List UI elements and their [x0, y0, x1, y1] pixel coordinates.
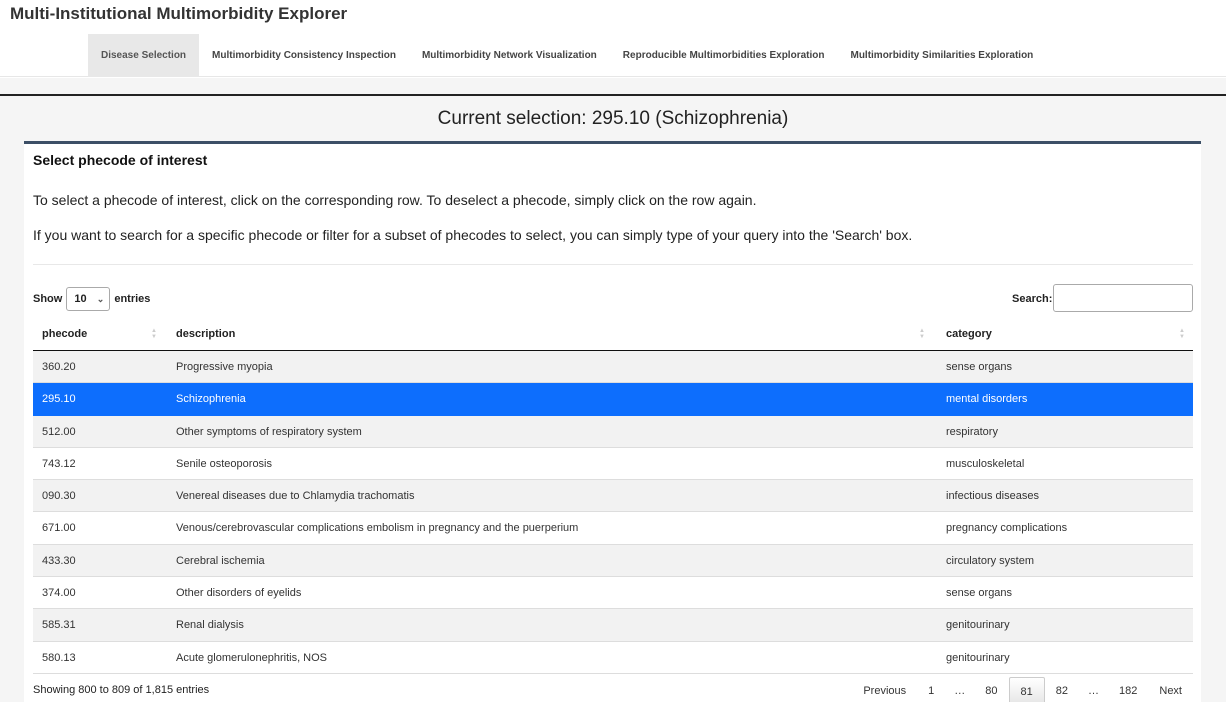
- table-row[interactable]: 360.20 Progressive myopia sense organs: [33, 351, 1193, 384]
- app-title: Multi-Institutional Multimorbidity Explo…: [10, 4, 348, 23]
- chevron-down-icon: ⌄: [96, 293, 105, 304]
- cell-phecode: 512.00: [42, 425, 76, 438]
- table-row[interactable]: 374.00 Other disorders of eyelids sense or…: [33, 577, 1193, 610]
- entries-length-value: 10: [74, 293, 87, 305]
- entries-label: entries: [114, 293, 151, 305]
- page-ellipsis: …: [954, 685, 966, 697]
- panel-title: Select phecode of interest: [33, 152, 208, 168]
- sort-icon: ▲ ▼: [919, 328, 925, 340]
- cell-description: Senile osteoporosis: [176, 457, 273, 470]
- table-row[interactable]: 433.30 Cerebral ischemia circulatory syste…: [33, 544, 1193, 578]
- cell-description: Progressive myopia: [176, 361, 273, 373]
- cell-description: Venous/cerebrovascular complications emb…: [176, 522, 579, 535]
- cell-description: Other disorders of eyelids: [176, 587, 302, 600]
- page-button[interactable]: 80: [974, 677, 1008, 702]
- sort-icon: ▲ ▼: [151, 328, 157, 340]
- cell-phecode: 090.30: [42, 490, 76, 503]
- table-row[interactable]: 295.10 Schizophrenia mental disorders: [33, 383, 1193, 416]
- table-row[interactable]: 090.30 Venereal diseases due to Chlamydia…: [33, 480, 1193, 513]
- cell-category: sense organs: [946, 587, 1013, 600]
- cell-description: Acute glomerulonephritis, NOS: [176, 651, 328, 664]
- page-button[interactable]: 182: [1108, 677, 1148, 702]
- cell-description: Cerebral ischemia: [176, 554, 265, 567]
- table-row[interactable]: 743.12 Senile osteoporosis musculoskeletal: [33, 447, 1193, 481]
- divider-line: [0, 94, 1226, 96]
- cell-category: mental disorders: [946, 393, 1028, 406]
- cell-category: genitourinary: [946, 651, 1010, 664]
- cell-phecode: 374.00: [42, 587, 76, 600]
- column-header-category[interactable]: category: [946, 318, 992, 351]
- table-info: Showing 800 to 809 of 1,815 entries: [33, 684, 210, 696]
- show-label: Show: [33, 293, 63, 305]
- table-row[interactable]: 512.00 Other symptoms of respiratory syst…: [33, 415, 1193, 448]
- cell-phecode: 360.20: [42, 361, 76, 373]
- search-input[interactable]: [1053, 284, 1193, 312]
- cell-phecode: 671.00: [42, 522, 76, 535]
- tab-reproducible-multimorbidities-exploration[interactable]: Reproducible Multimorbidities Exploratio…: [610, 34, 838, 77]
- search-label: Search:: [1012, 293, 1053, 305]
- cell-category: pregnancy complications: [946, 522, 1068, 535]
- table-row[interactable]: 585.31 Renal dialysis genitourinary: [33, 609, 1193, 642]
- cell-category: infectious diseases: [946, 490, 1039, 503]
- entries-length-control: Show 10 ⌄ entries: [33, 287, 150, 311]
- cell-description: Other symptoms of respiratory system: [176, 425, 362, 438]
- cell-category: genitourinary: [946, 619, 1010, 632]
- cell-phecode: 580.13: [42, 651, 76, 664]
- cell-category: sense organs: [946, 361, 1013, 373]
- page-button[interactable]: 82: [1045, 677, 1079, 702]
- cell-description: Renal dialysis: [176, 619, 244, 632]
- table-row[interactable]: 671.00 Venous/cerebrovascular complicatio…: [33, 512, 1193, 545]
- table-body: 360.20 Progressive myopia sense organs 295.…: [33, 351, 1193, 674]
- next-page-button[interactable]: Next: [1148, 677, 1193, 702]
- cell-description: Schizophrenia: [176, 393, 246, 406]
- cell-description: Venereal diseases due to Chlamydia trach…: [176, 490, 415, 503]
- tab-multimorbidity-similarities-exploration[interactable]: Multimorbidity Similarities Exploration: [837, 34, 1046, 77]
- cell-phecode: 433.30: [42, 554, 76, 567]
- column-header-description[interactable]: description: [176, 318, 235, 351]
- cell-category: circulatory system: [946, 554, 1035, 567]
- search-instruction-text: If you want to search for a specific phe…: [33, 227, 913, 243]
- cell-phecode: 585.31: [42, 619, 76, 632]
- navbar: Disease Selection Multimorbidity Consist…: [0, 34, 1226, 77]
- cell-phecode: 295.10: [42, 393, 76, 406]
- entries-length-select[interactable]: 10 ⌄: [66, 287, 111, 311]
- tab-multimorbidity-consistency-inspection[interactable]: Multimorbidity Consistency Inspection: [199, 34, 409, 77]
- page-button[interactable]: 1: [917, 677, 945, 702]
- phecode-selection-panel: Select phecode of interest To select a p…: [24, 141, 1201, 702]
- cell-phecode: 743.12: [42, 457, 76, 470]
- current-selection: Current selection: 295.10 (Schizophrenia…: [437, 108, 789, 129]
- divider: [33, 264, 1193, 265]
- tab-multimorbidity-network-visualization[interactable]: Multimorbidity Network Visualization: [409, 34, 610, 77]
- pagination: Previous 1 … 80 81 82 … 182 Next: [852, 677, 1193, 702]
- table-header: phecode ▲ ▼ description ▲ ▼ category ▲ ▼: [33, 318, 1193, 351]
- table-row[interactable]: 580.13 Acute glomerulonephritis, NOS genit…: [33, 641, 1193, 674]
- instruction-text: To select a phecode of interest, click o…: [33, 192, 757, 208]
- cell-category: musculoskeletal: [946, 457, 1025, 470]
- page-ellipsis: …: [1088, 685, 1100, 697]
- column-header-phecode[interactable]: phecode: [42, 318, 87, 351]
- sort-icon: ▲ ▼: [1179, 328, 1185, 340]
- current-page-button[interactable]: 81: [1008, 677, 1045, 702]
- nav-tabs: Disease Selection Multimorbidity Consist…: [88, 34, 1046, 77]
- previous-page-button[interactable]: Previous: [852, 677, 917, 702]
- cell-category: respiratory: [946, 425, 998, 438]
- tab-disease-selection[interactable]: Disease Selection: [88, 34, 200, 77]
- main-content: Current selection: 295.10 (Schizophrenia…: [0, 78, 1226, 702]
